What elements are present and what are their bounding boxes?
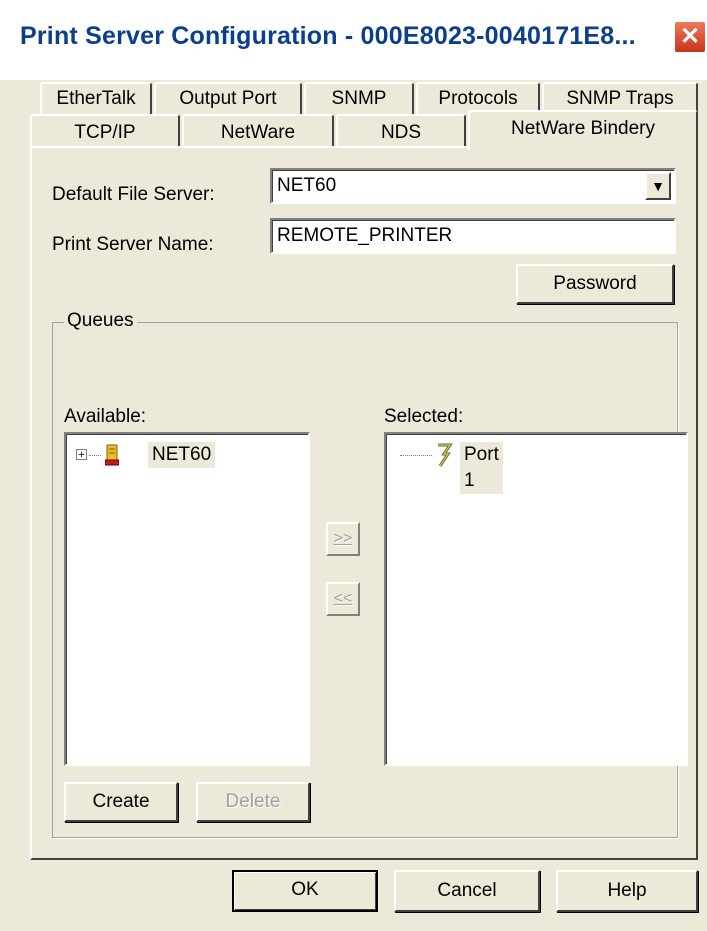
selected-label: Selected: xyxy=(384,406,464,427)
tab-ethertalk[interactable]: EtherTalk xyxy=(40,82,152,114)
combo-dropdown-button[interactable]: ▼ xyxy=(645,172,671,200)
window-title: Print Server Configuration - 000E8023-00… xyxy=(20,22,636,50)
tab-netware[interactable]: NetWare xyxy=(182,114,334,148)
default-file-server-combo[interactable]: NET60 xyxy=(270,168,676,204)
close-button[interactable]: ✕ xyxy=(673,20,707,54)
help-button[interactable]: Help xyxy=(556,870,698,912)
queues-group-title: Queues xyxy=(64,310,137,332)
tab-output-port[interactable]: Output Port xyxy=(154,82,302,114)
title-bar: Print Server Configuration - 000E8023-00… xyxy=(0,0,707,80)
selected-queues-list[interactable]: Port 1 xyxy=(384,432,688,766)
tab-netware-bindery[interactable]: NetWare Bindery xyxy=(468,110,698,150)
close-icon: ✕ xyxy=(679,23,701,50)
expand-icon[interactable]: + xyxy=(76,449,87,461)
default-file-server-label: Default File Server: xyxy=(52,184,215,205)
print-server-name-value: REMOTE_PRINTER xyxy=(277,225,453,246)
add-queue-button[interactable]: >> xyxy=(326,522,360,556)
tab-nds[interactable]: NDS xyxy=(336,114,466,148)
print-server-name-label: Print Server Name: xyxy=(52,234,214,255)
tree-connector-line xyxy=(400,455,432,456)
tab-snmp[interactable]: SNMP xyxy=(304,82,414,114)
delete-button[interactable]: Delete xyxy=(196,782,310,822)
default-file-server-value: NET60 xyxy=(277,175,337,196)
available-item-label: NET60 xyxy=(148,442,216,468)
remove-queue-button[interactable]: << xyxy=(326,582,360,616)
password-button[interactable]: Password xyxy=(516,264,674,304)
create-button[interactable]: Create xyxy=(64,782,178,822)
tab-tcp-ip[interactable]: TCP/IP xyxy=(30,114,180,148)
available-label: Available: xyxy=(64,406,147,427)
cancel-button[interactable]: Cancel xyxy=(394,870,540,912)
server-icon xyxy=(104,444,120,466)
tree-connector-line xyxy=(89,455,101,456)
available-queues-list[interactable]: + NET60 xyxy=(64,432,310,766)
selected-item-label: Port 1 xyxy=(460,442,503,494)
printer-port-icon xyxy=(434,442,456,468)
ok-button[interactable]: OK xyxy=(232,870,378,912)
chevron-down-icon: ▼ xyxy=(651,178,665,194)
print-server-name-input[interactable]: REMOTE_PRINTER xyxy=(270,218,676,254)
